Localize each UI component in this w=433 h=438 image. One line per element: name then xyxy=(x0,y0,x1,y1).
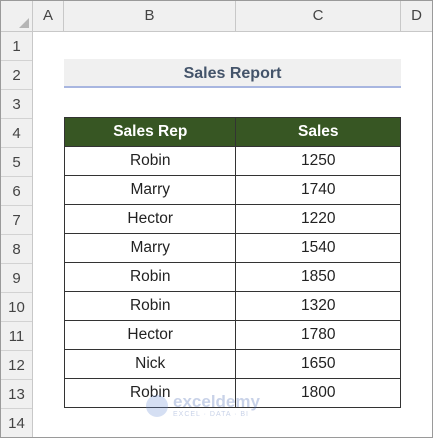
spreadsheet-frame: A B C D 1 2 3 4 5 6 7 8 9 10 11 12 13 14… xyxy=(0,0,433,438)
select-all-corner[interactable] xyxy=(1,1,33,31)
sales-rep-cell[interactable]: Hector xyxy=(63,204,237,234)
sales-cell[interactable]: 1850 xyxy=(235,262,401,292)
column-header-c[interactable]: C xyxy=(236,1,401,31)
row-header[interactable]: 10 xyxy=(1,293,32,322)
row-header[interactable]: 13 xyxy=(1,380,32,409)
column-header-d[interactable]: D xyxy=(401,1,432,31)
table-row: Marry 1540 xyxy=(63,233,401,263)
sales-cell[interactable]: 1740 xyxy=(235,175,401,205)
row-header[interactable]: 6 xyxy=(1,177,32,206)
header-sales[interactable]: Sales xyxy=(235,117,401,147)
sales-cell[interactable]: 1250 xyxy=(235,146,401,176)
table-row: Robin 1850 xyxy=(63,262,401,292)
row-header[interactable]: 11 xyxy=(1,322,32,351)
report-title[interactable]: Sales Report xyxy=(64,59,401,88)
sales-cell[interactable]: 1650 xyxy=(235,349,401,379)
sales-rep-cell[interactable]: Robin xyxy=(63,146,237,176)
row-header[interactable]: 14 xyxy=(1,409,32,437)
row-header[interactable]: 2 xyxy=(1,61,32,90)
table-row: Marry 1740 xyxy=(63,175,401,205)
sales-rep-cell[interactable]: Nick xyxy=(63,349,237,379)
sales-rep-cell[interactable]: Hector xyxy=(63,320,237,350)
row-header[interactable]: 3 xyxy=(1,90,32,119)
row-header[interactable]: 1 xyxy=(1,32,32,61)
sales-rep-cell[interactable]: Marry xyxy=(63,175,237,205)
select-all-triangle-icon xyxy=(19,18,29,28)
sales-rep-cell[interactable]: Marry xyxy=(63,233,237,263)
sales-rep-cell[interactable]: Robin xyxy=(63,262,237,292)
sales-cell[interactable]: 1540 xyxy=(235,233,401,263)
row-header[interactable]: 5 xyxy=(1,148,32,177)
table-header-row: Sales Rep Sales xyxy=(63,117,401,147)
column-header-b[interactable]: B xyxy=(64,1,236,31)
row-header-bar: 1 2 3 4 5 6 7 8 9 10 11 12 13 14 xyxy=(1,32,33,437)
sales-cell[interactable]: 1220 xyxy=(235,204,401,234)
table-row: Robin 1320 xyxy=(63,291,401,321)
column-header-bar: A B C D xyxy=(1,1,432,32)
row-header[interactable]: 4 xyxy=(1,119,32,148)
column-header-a[interactable]: A xyxy=(33,1,64,31)
table-row: Hector 1780 xyxy=(63,320,401,350)
sales-cell[interactable]: 1800 xyxy=(235,378,401,408)
sales-cell[interactable]: 1320 xyxy=(235,291,401,321)
row-header[interactable]: 7 xyxy=(1,206,32,235)
header-sales-rep[interactable]: Sales Rep xyxy=(63,117,237,147)
sales-rep-cell[interactable]: Robin xyxy=(63,291,237,321)
sales-cell[interactable]: 1780 xyxy=(235,320,401,350)
table-row: Robin 1250 xyxy=(63,146,401,176)
table-row: Robin 1800 xyxy=(63,378,401,408)
row-header[interactable]: 12 xyxy=(1,351,32,380)
sales-table: Sales Rep Sales Robin 1250 Marry 1740 He… xyxy=(63,117,401,408)
table-row: Nick 1650 xyxy=(63,349,401,379)
row-header[interactable]: 8 xyxy=(1,235,32,264)
sales-rep-cell[interactable]: Robin xyxy=(63,378,237,408)
row-header[interactable]: 9 xyxy=(1,264,32,293)
table-row: Hector 1220 xyxy=(63,204,401,234)
